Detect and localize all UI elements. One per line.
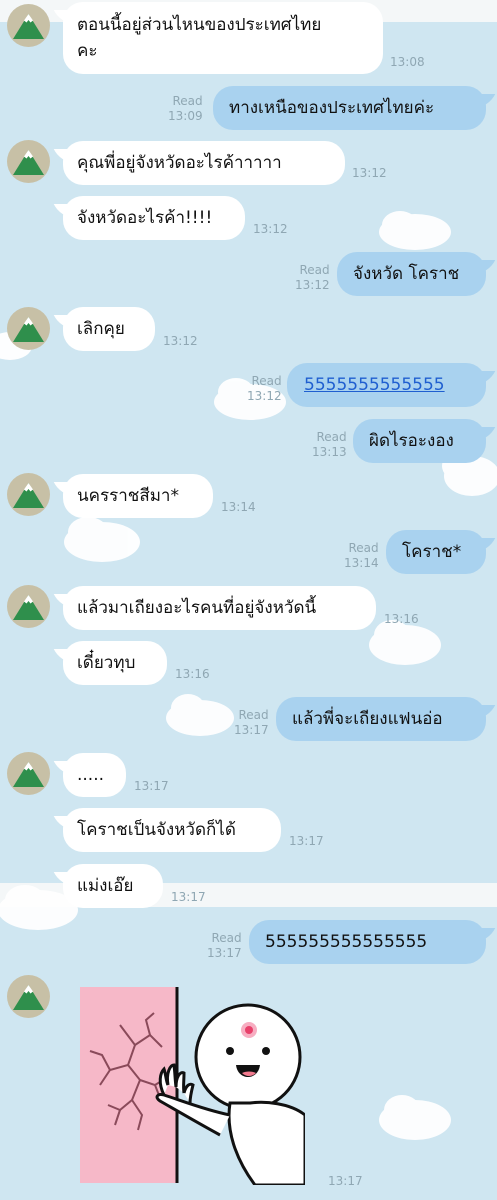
sticker[interactable] — [80, 985, 307, 1187]
mountain-icon — [13, 483, 44, 508]
message-bubble[interactable]: จังหวัด โคราช — [337, 252, 486, 296]
message-bubble[interactable]: 555555555555555 — [249, 920, 486, 964]
message-time: 13:12 — [253, 222, 288, 236]
message-status: Read 13:14 — [344, 541, 379, 571]
message-time: 13:12 — [247, 389, 282, 403]
message-bubble: 5555555555555 — [287, 363, 486, 407]
message-time: 13:17 — [234, 723, 269, 737]
avatar[interactable] — [7, 752, 50, 795]
avatar[interactable] — [7, 307, 50, 350]
message-bubble[interactable]: โคราช* — [386, 530, 486, 574]
message-time: 13:17 — [207, 946, 242, 960]
mountain-icon — [13, 317, 44, 342]
avatar[interactable] — [7, 975, 50, 1018]
mountain-icon — [13, 595, 44, 620]
message-bubble[interactable]: แล้วมาเถียงอะไรคนที่อยู่จังหวัดนี้ — [63, 586, 376, 630]
mountain-icon — [13, 14, 44, 39]
message-status: Read 13:17 — [234, 708, 269, 738]
message-bubble[interactable]: โคราชเป็นจังหวัดก็ได้ — [63, 808, 281, 852]
message-time: 13:12 — [352, 166, 387, 180]
avatar[interactable] — [7, 585, 50, 628]
message-bubble[interactable]: แม่งเอ๊ย — [63, 864, 163, 908]
message-bubble[interactable]: ทางเหนือของประเทศไทยค่ะ — [213, 86, 486, 130]
read-receipt: Read — [348, 541, 379, 555]
message-time: 13:16 — [384, 612, 419, 626]
read-receipt: Read — [238, 708, 269, 722]
message-bubble[interactable]: ตอนนี้อยู่ส่วนไหนของประเทศไทย คะ — [63, 2, 383, 74]
message-time: 13:12 — [295, 278, 330, 292]
message-status: Read 13:12 — [247, 374, 282, 404]
mountain-icon — [13, 985, 44, 1010]
message-time: 13:09 — [168, 109, 203, 123]
message-time: 13:08 — [390, 55, 425, 69]
laughing-character-sticker — [80, 987, 307, 1187]
avatar[interactable] — [7, 473, 50, 516]
mountain-icon — [13, 150, 44, 175]
message-bubble[interactable]: ผิดไรอะงอง — [353, 419, 486, 463]
message-time: 13:14 — [344, 556, 379, 570]
message-bubble[interactable]: นครราชสีมา* — [63, 474, 213, 518]
avatar[interactable] — [7, 140, 50, 183]
message-bubble[interactable]: จังหวัดอะไรค้า!!!! — [63, 196, 245, 240]
mountain-icon — [13, 762, 44, 787]
read-receipt: Read — [172, 94, 203, 108]
message-status: Read 13:13 — [312, 430, 347, 460]
message-bubble[interactable]: คุณพี่อยู่จังหวัดอะไรค้าาาาา — [63, 141, 345, 185]
avatar[interactable] — [7, 4, 50, 47]
read-receipt: Read — [211, 931, 242, 945]
message-time: 13:14 — [221, 500, 256, 514]
message-status: Read 13:09 — [168, 94, 203, 124]
message-bubble[interactable]: แล้วพี่จะเถียงแฟนอ่อ — [276, 697, 486, 741]
read-receipt: Read — [316, 430, 347, 444]
message-time: 13:13 — [312, 445, 347, 459]
message-time: 13:17 — [289, 834, 324, 848]
message-bubble[interactable]: เดี๋ยวทุบ — [63, 641, 167, 685]
read-receipt: Read — [299, 263, 330, 277]
message-time: 13:12 — [163, 334, 198, 348]
message-bubble[interactable]: เลิกคุย — [63, 307, 155, 351]
message-bubble[interactable]: ..... — [63, 753, 126, 797]
message-time: 13:16 — [175, 667, 210, 681]
read-receipt: Read — [251, 374, 282, 388]
phone-link[interactable]: 5555555555555 — [304, 375, 445, 395]
message-time: 13:17 — [134, 779, 169, 793]
message-time: 13:17 — [171, 890, 206, 904]
message-time: 13:17 — [328, 1174, 363, 1188]
message-status: Read 13:12 — [295, 263, 330, 293]
message-status: Read 13:17 — [207, 931, 242, 961]
